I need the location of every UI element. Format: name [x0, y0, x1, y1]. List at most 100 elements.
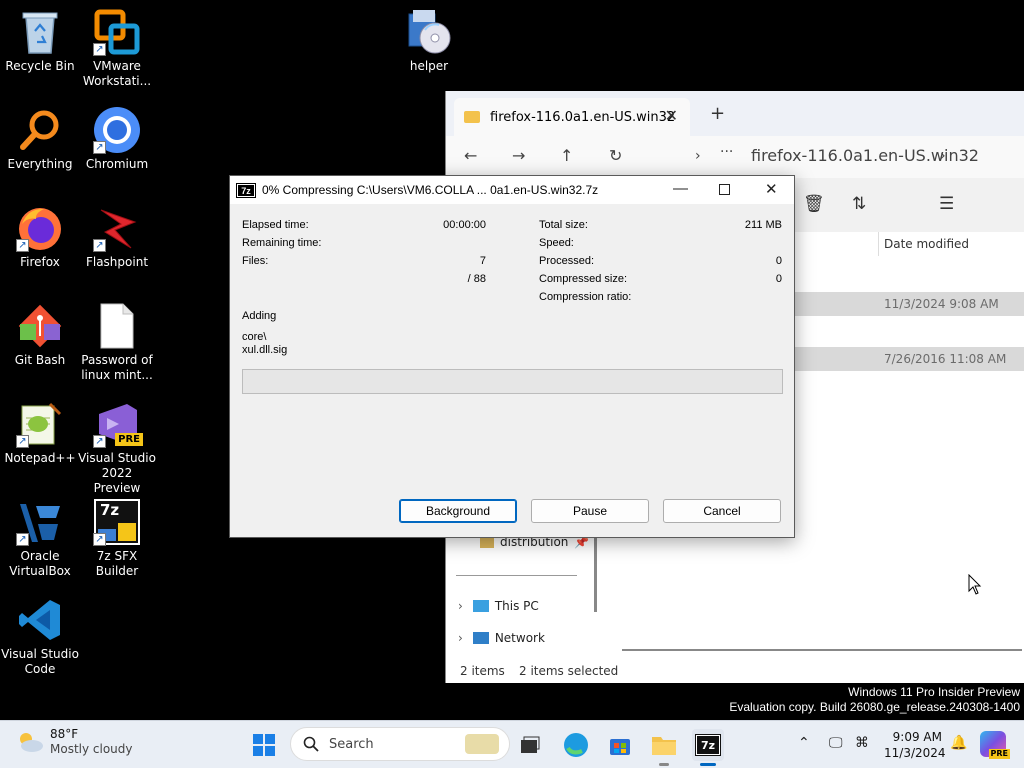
new-tab-icon[interactable]: + — [710, 103, 725, 124]
pause-button[interactable]: Pause — [531, 499, 649, 523]
start-button[interactable] — [248, 729, 280, 761]
weather-widget[interactable]: 88°F Mostly cloudy — [16, 727, 133, 757]
network-status-icon[interactable]: ⌘ — [855, 735, 869, 751]
files-label: Files: — [242, 255, 269, 267]
desktop-icon-chromium[interactable]: ↗ Chromium — [77, 106, 157, 172]
file-row-date: 11/3/2024 9:08 AM — [884, 297, 999, 311]
network-icon — [472, 632, 489, 644]
horizontal-scrollbar[interactable] — [622, 649, 1022, 651]
folder-icon — [480, 536, 494, 548]
everything-search-icon — [16, 106, 64, 154]
desktop-icon-git-bash[interactable]: Git Bash — [0, 302, 80, 368]
notification-icon[interactable]: 🔔 — [950, 735, 967, 751]
sevenzip-logo-icon: 7z — [236, 182, 256, 198]
clock-time: 9:09 AM — [892, 730, 942, 744]
windows-logo-icon — [253, 734, 275, 756]
explorer-tab-title: firefox-116.0a1.en-US.win32 — [490, 109, 676, 125]
dialog-title-bar[interactable]: 7z 0% Compressing C:\Users\VM6.COLLA ...… — [230, 176, 794, 204]
nav-scrollbar[interactable] — [594, 536, 597, 612]
folder-icon — [464, 111, 480, 123]
cloudy-weather-icon — [20, 733, 43, 752]
task-view-button[interactable] — [514, 729, 546, 761]
desktop-icon-label: Chromium — [85, 157, 149, 171]
delete-icon[interactable]: 🗑 — [803, 194, 825, 214]
chevron-up-icon[interactable]: ⌃ — [798, 735, 810, 751]
close-icon[interactable]: ✕ — [765, 180, 778, 198]
progress-bar — [242, 369, 783, 394]
vmware-icon: ↗ — [93, 8, 141, 56]
column-separator — [878, 232, 879, 256]
search-placeholder: Search — [329, 736, 374, 752]
explorer-tab[interactable]: firefox-116.0a1.en-US.win32 ✕ — [454, 98, 690, 136]
desktop-icon-visual-studio-preview[interactable]: PRE ↗ Visual Studio 2022 Preview — [77, 400, 157, 496]
up-arrow-icon[interactable]: ↑ — [560, 146, 573, 165]
recycle-bin-icon — [16, 8, 64, 56]
desktop-icon-everything[interactable]: Everything — [0, 106, 80, 172]
display-icon[interactable]: 🖵 — [829, 735, 843, 751]
sort-icon[interactable]: ⇅ — [852, 194, 866, 214]
maximize-icon[interactable] — [719, 184, 730, 195]
desktop-icon-notepad-plus-plus[interactable]: ↗ Notepad++ — [0, 400, 80, 466]
current-file: xul.dll.sig — [242, 344, 288, 356]
desktop-icon-label: Visual Studio 2022 Preview — [78, 451, 156, 495]
forward-arrow-icon[interactable]: → — [512, 146, 525, 165]
status-selected-count: 2 items selected — [519, 664, 619, 678]
watermark-line-2: Evaluation copy. Build 26080.ge_release.… — [729, 700, 1020, 714]
desktop-icon-vscode[interactable]: Visual Studio Code — [0, 596, 80, 677]
back-arrow-icon[interactable]: ← — [464, 146, 477, 165]
nav-item-label: Network — [494, 631, 545, 645]
shortcut-arrow-icon: ↗ — [93, 141, 106, 154]
taskbar-file-explorer[interactable] — [648, 729, 680, 766]
cancel-button[interactable]: Cancel — [663, 499, 781, 523]
view-icon[interactable]: ☰ — [939, 194, 954, 214]
nav-item-network[interactable]: › Network — [458, 631, 545, 645]
copilot-icon[interactable]: PRE — [980, 731, 1010, 759]
desktop-icon-password-file[interactable]: Password of linux mint... — [77, 302, 157, 383]
column-header-date-modified[interactable]: Date modified — [884, 237, 969, 251]
vscode-icon — [16, 596, 64, 644]
desktop-icon-virtualbox[interactable]: ↗ Oracle VirtualBox — [0, 498, 80, 579]
chevron-right-icon: › — [695, 148, 701, 164]
elapsed-time-label: Elapsed time: — [242, 219, 309, 231]
compressed-size-label: Compressed size: — [539, 273, 628, 285]
refresh-icon[interactable]: ↻ — [609, 146, 622, 165]
taskbar-edge[interactable] — [560, 729, 592, 761]
explorer-nav-bar: ← → ↑ ↻ › ··· firefox-116.0a1.en-US.win3… — [446, 136, 1024, 178]
current-directory: core\ — [242, 331, 267, 343]
chevron-right-icon: › — [940, 148, 946, 164]
more-icon[interactable]: ··· — [720, 144, 733, 160]
close-tab-icon[interactable]: ✕ — [665, 106, 678, 125]
processed-value: 0 — [775, 255, 782, 267]
taskbar-store[interactable] — [604, 729, 636, 761]
sfx-badge-text: 7z — [100, 501, 120, 519]
desktop-icon-firefox[interactable]: ↗ Firefox — [0, 204, 80, 270]
desktop-icon-helper[interactable]: helper — [389, 8, 469, 74]
weather-temperature: 88°F — [50, 727, 79, 741]
text-file-icon — [93, 302, 141, 350]
taskbar-search-box[interactable]: Search — [290, 727, 510, 761]
taskbar-7zip[interactable]: 7z — [692, 729, 724, 766]
notepad-plus-plus-icon: ↗ — [16, 400, 64, 448]
desktop-icon-label: Recycle Bin — [5, 59, 75, 73]
taskbar-clock[interactable]: 9:09 AM 11/3/2024 — [884, 729, 946, 761]
compression-ratio-label: Compression ratio: — [539, 291, 632, 303]
desktop-icon-recycle-bin[interactable]: Recycle Bin — [0, 8, 80, 74]
processed-label: Processed: — [539, 255, 595, 267]
elapsed-time-value: 00:00:00 — [443, 219, 486, 231]
shortcut-arrow-icon: ↗ — [16, 239, 29, 252]
desktop-icon-flashpoint[interactable]: ↗ Flashpoint — [77, 204, 157, 270]
dialog-title: 0% Compressing C:\Users\VM6.COLLA ... 0a… — [262, 183, 599, 197]
desktop-icon-label: helper — [409, 59, 449, 73]
nav-item-this-pc[interactable]: › This PC — [458, 599, 539, 613]
desktop-icon-vmware[interactable]: ↗ VMware Workstati... — [77, 8, 157, 89]
clock-date: 11/3/2024 — [884, 746, 946, 760]
desktop-icon-label: Visual Studio Code — [1, 647, 79, 676]
background-button[interactable]: Background — [399, 499, 517, 523]
search-highlight-icon — [465, 734, 499, 754]
desktop-icon-7z-sfx-builder[interactable]: 7z ↗ 7z SFX Builder — [77, 498, 157, 579]
edge-browser-icon — [564, 733, 588, 757]
git-bash-icon — [16, 302, 64, 350]
minimize-icon[interactable]: — — [673, 180, 688, 197]
shortcut-arrow-icon: ↗ — [93, 43, 106, 56]
shortcut-arrow-icon: ↗ — [93, 435, 106, 448]
